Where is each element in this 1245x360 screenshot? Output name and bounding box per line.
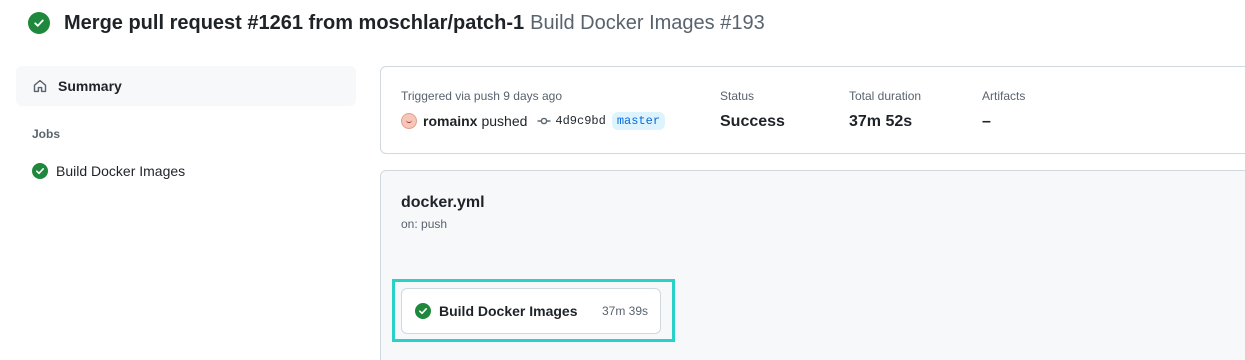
check-circle-icon [415, 303, 431, 319]
duration-value: 37m 52s [849, 113, 913, 130]
sidebar-item-build-docker-images[interactable]: Build Docker Images [16, 159, 356, 183]
branch-badge[interactable]: master [611, 112, 666, 130]
sidebar-item-label: Summary [58, 78, 122, 94]
home-icon [32, 78, 48, 94]
check-circle-icon [32, 163, 48, 179]
status-info: Status Success [720, 89, 785, 132]
trigger-label: Triggered via push 9 days ago [401, 89, 562, 103]
run-title: Merge pull request #1261 from moschlar/p… [64, 11, 525, 34]
avatar[interactable] [401, 113, 417, 129]
status-value: Success [720, 113, 785, 130]
sidebar-item-summary[interactable]: Summary [16, 66, 356, 106]
status-label: Status [720, 89, 755, 103]
git-commit-icon [537, 114, 551, 128]
artifacts-label: Artifacts [982, 89, 1026, 103]
actor-link[interactable]: romainx [423, 113, 477, 129]
artifacts-value: – [982, 113, 991, 130]
artifacts-info: Artifacts – [982, 89, 1025, 132]
check-circle-icon [28, 12, 50, 34]
job-node-build-docker-images[interactable]: Build Docker Images 37m 39s [401, 288, 661, 334]
run-info-card: Triggered via push 9 days ago romainx pu… [380, 66, 1245, 154]
commit-sha-link[interactable]: 4d9c9bd [555, 114, 605, 128]
run-header: Merge pull request #1261 from moschlar/p… [28, 10, 765, 36]
trigger-info: Triggered via push 9 days ago romainx pu… [401, 89, 666, 131]
sidebar-item-label: Build Docker Images [56, 163, 186, 179]
jobs-heading: Jobs [32, 127, 61, 141]
duration-info: Total duration 37m 52s [849, 89, 921, 132]
workflow-file-name: docker.yml [401, 194, 485, 211]
job-node-label: Build Docker Images [439, 303, 578, 319]
job-node-duration: 37m 39s [601, 304, 648, 318]
duration-label: Total duration [849, 89, 922, 103]
push-details: romainx pushed 4d9c9bd master [401, 111, 666, 131]
run-subtitle: Build Docker Images #193 [530, 11, 765, 34]
sidebar: Summary Jobs Build Docker Images [16, 66, 356, 183]
action-text: pushed [481, 113, 528, 129]
workflow-trigger: on: push [401, 217, 448, 231]
